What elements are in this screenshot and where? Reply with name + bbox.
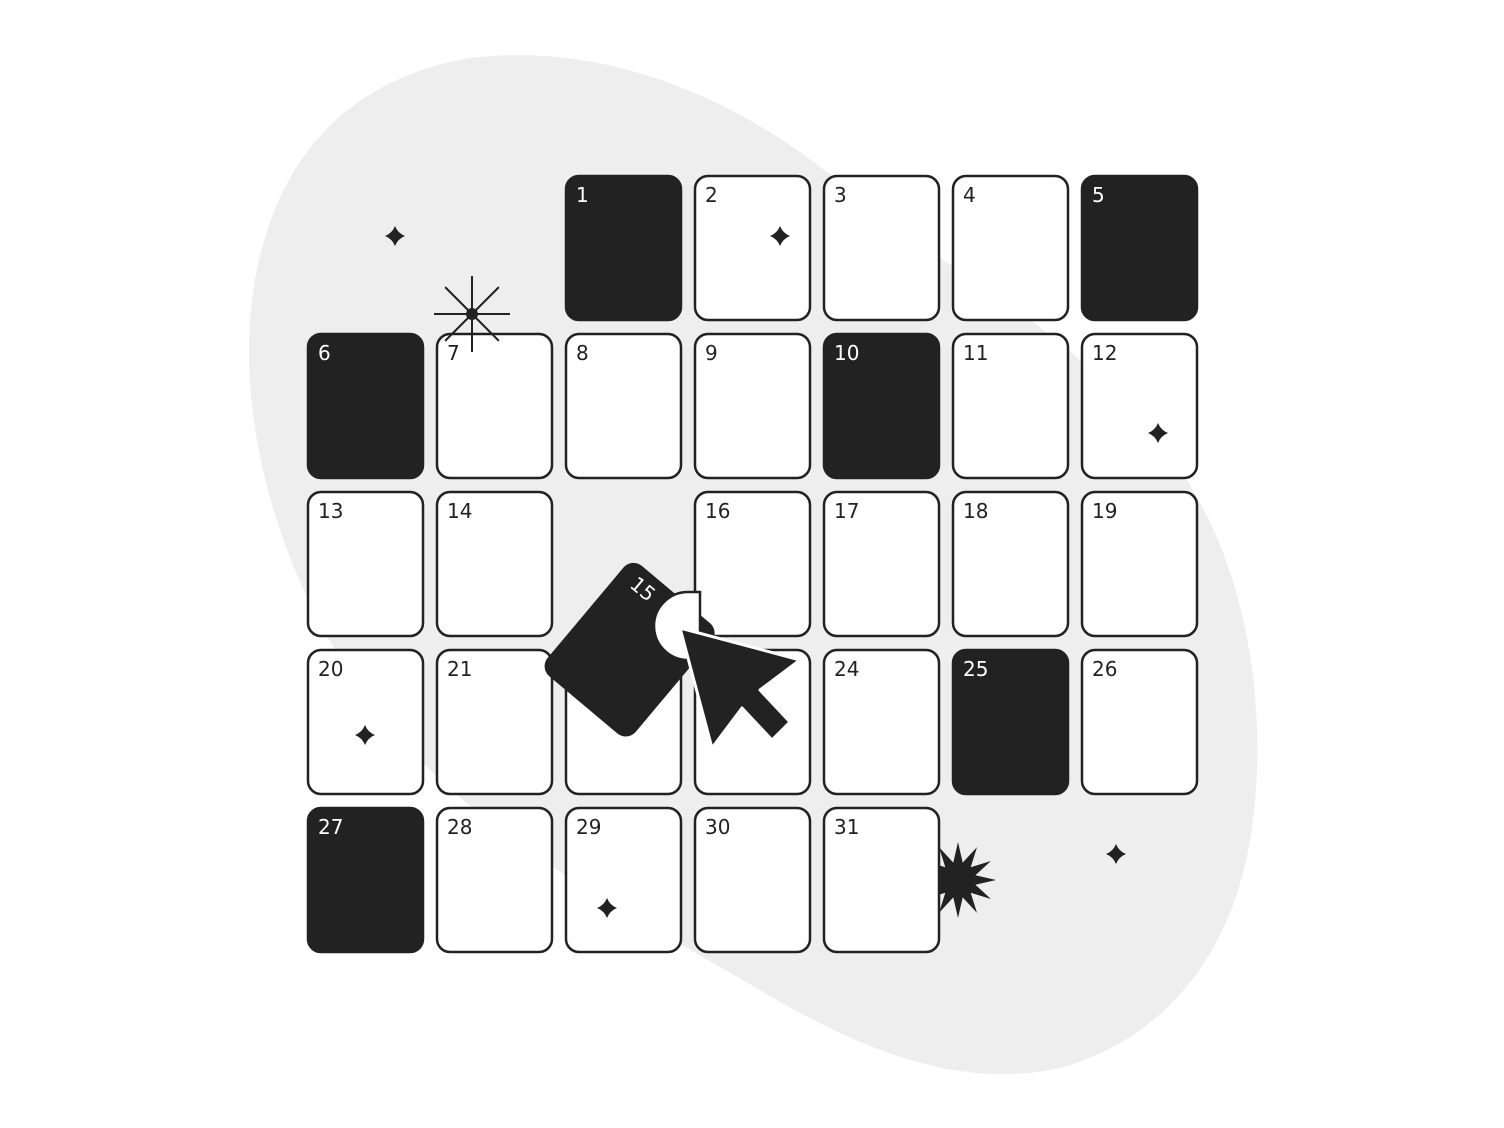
day-cell-25[interactable]: 25 bbox=[951, 648, 1070, 796]
day-cell-2[interactable]: 2 bbox=[693, 174, 812, 322]
asterisk-icon bbox=[434, 276, 510, 352]
day-cell-16[interactable]: 16 bbox=[693, 490, 812, 638]
day-cell-14[interactable]: 14 bbox=[435, 490, 554, 638]
day-cell-30[interactable]: 30 bbox=[693, 806, 812, 954]
day-label: 12 bbox=[1092, 341, 1117, 365]
day-label: 19 bbox=[1092, 499, 1117, 523]
day-cell-17[interactable]: 17 bbox=[822, 490, 941, 638]
day-label: 2 bbox=[705, 183, 718, 207]
day-label: 17 bbox=[834, 499, 859, 523]
day-cell-29[interactable]: 29 bbox=[564, 806, 683, 954]
day-label: 24 bbox=[834, 657, 859, 681]
day-label: 16 bbox=[705, 499, 730, 523]
day-cell-9[interactable]: 9 bbox=[693, 332, 812, 480]
day-label: 13 bbox=[318, 499, 343, 523]
day-cell-24[interactable]: 24 bbox=[822, 648, 941, 796]
day-cell-20[interactable]: 20 bbox=[306, 648, 425, 796]
day-label: 27 bbox=[318, 815, 343, 839]
day-cell-10[interactable]: 10 bbox=[822, 332, 941, 480]
day-cell-12[interactable]: 12 bbox=[1080, 332, 1199, 480]
day-cell-13[interactable]: 13 bbox=[306, 490, 425, 638]
day-label: 5 bbox=[1092, 183, 1105, 207]
day-cell-26[interactable]: 26 bbox=[1080, 648, 1199, 796]
day-label: 21 bbox=[447, 657, 472, 681]
day-label: 30 bbox=[705, 815, 730, 839]
day-label: 10 bbox=[834, 341, 859, 365]
day-label: 29 bbox=[576, 815, 601, 839]
day-label: 11 bbox=[963, 341, 988, 365]
day-cell-19[interactable]: 19 bbox=[1080, 490, 1199, 638]
day-cell-11[interactable]: 11 bbox=[951, 332, 1070, 480]
day-cell-21[interactable]: 21 bbox=[435, 648, 554, 796]
day-cell-5[interactable]: 5 bbox=[1080, 174, 1199, 322]
day-label: 9 bbox=[705, 341, 718, 365]
day-label: 31 bbox=[834, 815, 859, 839]
day-label: 3 bbox=[834, 183, 847, 207]
day-cell-27[interactable]: 27 bbox=[306, 806, 425, 954]
day-label: 18 bbox=[963, 499, 988, 523]
day-cell-1[interactable]: 1 bbox=[564, 174, 683, 322]
day-cell-28[interactable]: 28 bbox=[435, 806, 554, 954]
day-cell-18[interactable]: 18 bbox=[951, 490, 1070, 638]
day-cell-7[interactable]: 7 bbox=[435, 332, 554, 480]
day-label: 7 bbox=[447, 341, 460, 365]
day-label: 14 bbox=[447, 499, 472, 523]
day-cell-31[interactable]: 31 bbox=[822, 806, 941, 954]
calendar-illustration: 1234567891011121314161718192021222324252… bbox=[248, 55, 1258, 1075]
day-label: 4 bbox=[963, 183, 976, 207]
day-label: 20 bbox=[318, 657, 343, 681]
day-cell-8[interactable]: 8 bbox=[564, 332, 683, 480]
day-label: 6 bbox=[318, 341, 331, 365]
day-cell-4[interactable]: 4 bbox=[951, 174, 1070, 322]
day-label: 28 bbox=[447, 815, 472, 839]
day-cell-6[interactable]: 6 bbox=[306, 332, 425, 480]
day-label: 25 bbox=[963, 657, 988, 681]
day-cell-3[interactable]: 3 bbox=[822, 174, 941, 322]
day-label: 8 bbox=[576, 341, 589, 365]
day-label: 26 bbox=[1092, 657, 1117, 681]
day-label: 1 bbox=[576, 183, 589, 207]
